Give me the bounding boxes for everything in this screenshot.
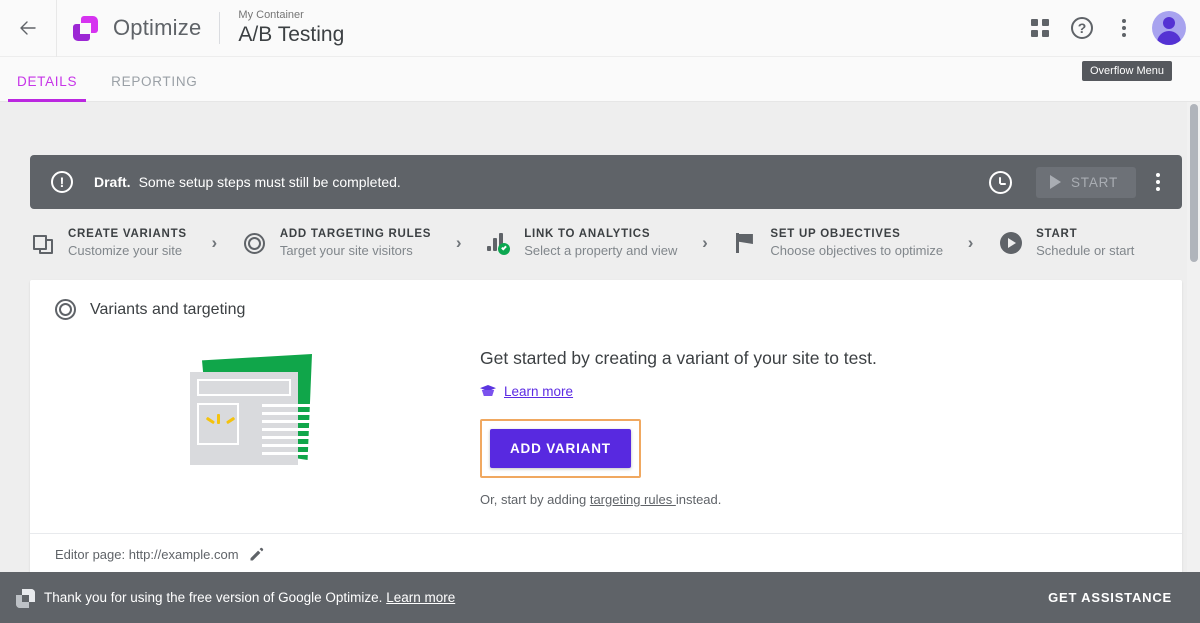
step-link-to-analytics[interactable]: LINK TO ANALYTICS Select a property and … (486, 226, 677, 260)
back-arrow-icon (20, 21, 36, 35)
banner-message: Draft. Some setup steps must still be com… (94, 174, 401, 190)
optimize-logo[interactable] (57, 0, 113, 57)
optimize-app-window: Optimize My Container A/B Testing ? DETA… (0, 0, 1200, 623)
bottom-bar-text: Thank you for using the free version of … (44, 590, 387, 605)
target-icon (55, 299, 76, 320)
step-subtitle: Target your site visitors (279, 243, 413, 258)
container-label: My Container (238, 9, 304, 21)
optimize-logo-icon (70, 13, 100, 43)
help-icon: ? (1071, 17, 1093, 39)
tab-bar: DETAILS REPORTING (0, 57, 1200, 102)
step-create-variants[interactable]: CREATE VARIANTS Customize your site (30, 226, 187, 260)
bottom-bar-message: Thank you for using the free version of … (44, 590, 455, 605)
alt-prefix: Or, start by adding (480, 492, 590, 507)
card-header: Variants and targeting (30, 280, 1182, 320)
cta-headline: Get started by creating a variant of you… (480, 348, 877, 368)
step-chevron: › (455, 233, 462, 252)
check-badge-icon (498, 242, 511, 255)
step-title: ADD TARGETING RULES (279, 228, 432, 240)
tab-reporting[interactable]: REPORTING (94, 74, 214, 101)
learn-more-row[interactable]: Learn more (480, 384, 877, 399)
step-title: LINK TO ANALYTICS (524, 228, 651, 240)
alt-suffix: instead. (675, 492, 722, 507)
optimize-logo-icon (6, 587, 44, 609)
illustration-column (30, 344, 480, 477)
title-block: My Container A/B Testing (238, 8, 344, 48)
pencil-icon[interactable] (249, 547, 264, 562)
step-chevron: › (967, 233, 974, 252)
bottom-bar-learn-more-link[interactable]: Learn more (386, 590, 455, 605)
editor-page-label: Editor page: http://example.com (55, 547, 239, 562)
overflow-menu-icon (1122, 19, 1126, 37)
step-add-targeting-rules[interactable]: ADD TARGETING RULES Target your site vis… (242, 226, 431, 260)
tab-details[interactable]: DETAILS (0, 74, 94, 102)
step-chevron: › (211, 233, 218, 252)
alert-icon: ! (51, 171, 73, 193)
overflow-menu-button[interactable] (1104, 8, 1144, 48)
header-actions: ? (1020, 8, 1200, 48)
apps-button[interactable] (1020, 8, 1060, 48)
banner-status: Draft. (94, 174, 131, 190)
graduation-cap-icon (480, 385, 496, 398)
step-start[interactable]: START Schedule or start (998, 226, 1134, 260)
flag-icon (732, 232, 758, 254)
step-subtitle: Select a property and view (524, 243, 678, 258)
card-title: Variants and targeting (90, 300, 246, 318)
apps-grid-icon (1031, 19, 1049, 37)
layers-icon (30, 233, 56, 254)
cta-column: Get started by creating a variant of you… (480, 344, 877, 507)
targeting-rules-link[interactable]: targeting rules (590, 492, 676, 507)
variants-and-targeting-card: Variants and targeting Get started by cr… (30, 280, 1182, 575)
play-icon (1049, 175, 1061, 189)
step-subtitle: Schedule or start (1036, 243, 1135, 258)
play-circle-icon (998, 232, 1024, 254)
help-button[interactable]: ? (1062, 8, 1102, 48)
target-icon (242, 232, 268, 254)
add-variant-highlight: ADD VARIANT (480, 419, 641, 478)
step-title: CREATE VARIANTS (68, 228, 187, 240)
analytics-bars-icon (486, 232, 512, 255)
free-version-bottom-bar: Thank you for using the free version of … (0, 572, 1200, 623)
card-footer: Editor page: http://example.com (30, 533, 1182, 575)
add-variant-button[interactable]: ADD VARIANT (490, 429, 631, 468)
header-divider (219, 12, 221, 44)
step-subtitle: Choose objectives to optimize (770, 243, 944, 258)
step-chevron: › (702, 233, 708, 252)
brand-name: Optimize (113, 15, 202, 40)
page-title: A/B Testing (238, 23, 345, 46)
step-subtitle: Customize your site (68, 243, 183, 258)
get-assistance-button[interactable]: GET ASSISTANCE (1048, 590, 1200, 605)
learn-more-link[interactable]: Learn more (504, 384, 573, 399)
setup-stepper: CREATE VARIANTS Customize your site › AD… (30, 222, 1182, 264)
banner-icon-wrap: ! (30, 171, 94, 193)
page-scrollbar-thumb[interactable] (1190, 104, 1198, 262)
schedule-clock-icon[interactable] (988, 170, 1012, 194)
back-button[interactable] (0, 0, 56, 57)
start-button-label: START (1070, 174, 1118, 190)
step-title: SET UP OBJECTIVES (770, 228, 901, 240)
step-title: START (1036, 228, 1078, 240)
banner-overflow-icon[interactable] (1148, 167, 1168, 197)
overflow-menu-tooltip: Overflow Menu (1082, 61, 1172, 81)
avatar[interactable] (1152, 11, 1186, 45)
draft-status-banner: ! Draft. Some setup steps must still be c… (30, 155, 1182, 209)
banner-detail: Some setup steps must still be completed… (138, 174, 401, 190)
create-variant-illustration (180, 352, 330, 477)
app-header: Optimize My Container A/B Testing ? (0, 0, 1200, 57)
step-set-up-objectives[interactable]: SET UP OBJECTIVES Choose objectives to o… (732, 226, 943, 260)
start-button[interactable]: START (1035, 166, 1136, 198)
alternate-action-text: Or, start by adding targeting rules inst… (480, 492, 877, 507)
card-body: Get started by creating a variant of you… (30, 320, 1182, 507)
